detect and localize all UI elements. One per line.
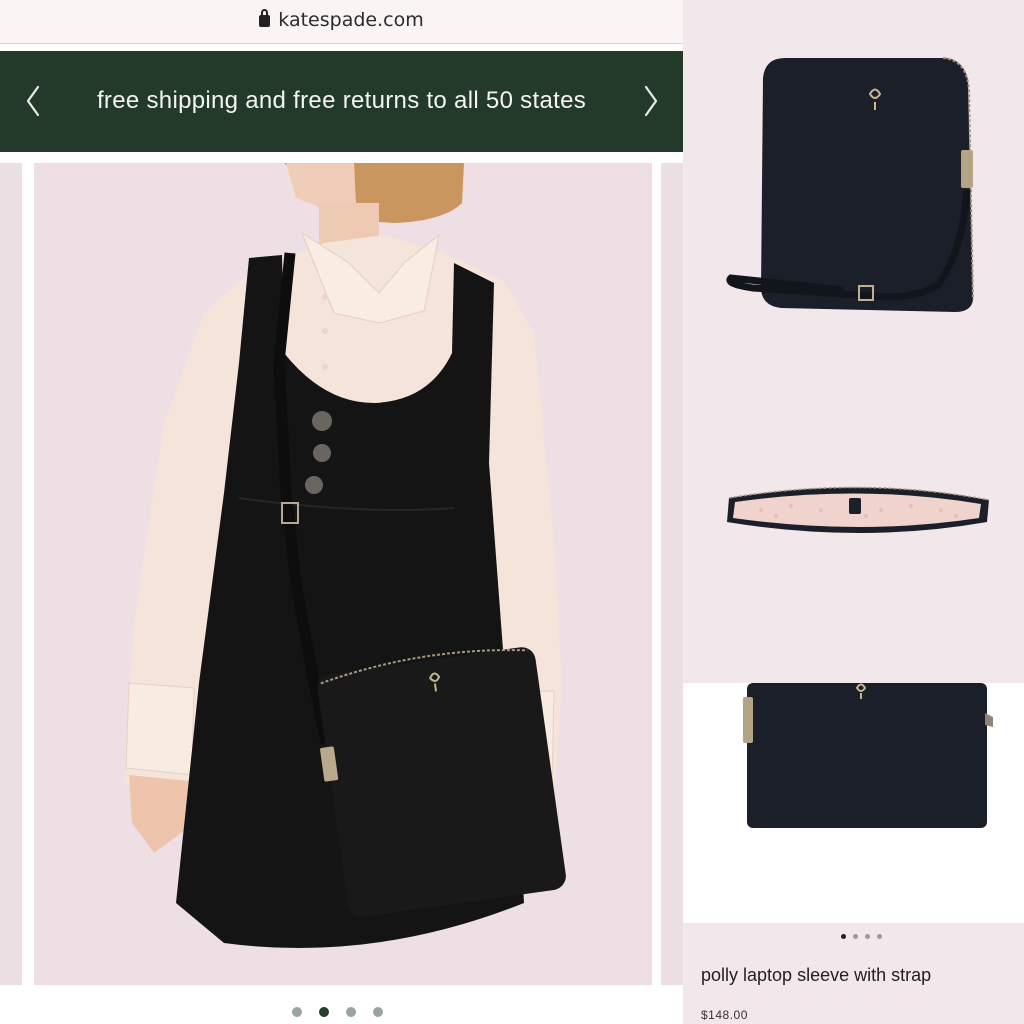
product-panel: polly laptop sleeve with strap $148.00	[683, 0, 1024, 1024]
carousel-dot-active[interactable]	[319, 1007, 329, 1017]
product-image-angled[interactable]	[723, 50, 983, 320]
product-title: polly laptop sleeve with strap	[701, 965, 932, 985]
model-with-bag-illustration	[124, 163, 566, 948]
product-image-dots	[841, 934, 882, 939]
url-text: katespade.com	[278, 9, 424, 31]
lock-icon	[259, 9, 271, 27]
image-dot[interactable]	[865, 934, 870, 939]
next-slide-peek[interactable]	[661, 163, 683, 985]
image-dot[interactable]	[877, 934, 882, 939]
hero-carousel-dots	[292, 1007, 383, 1019]
product-image-front[interactable]	[723, 683, 1003, 843]
product-image-front-frame	[683, 683, 1024, 923]
image-dot-active[interactable]	[841, 934, 846, 939]
carousel-dot[interactable]	[292, 1007, 302, 1017]
promo-text: free shipping and free returns to all 50…	[96, 87, 587, 114]
carousel-dot[interactable]	[373, 1007, 383, 1017]
screenshot-collage: katespade.com free shipping and free ret…	[0, 0, 1024, 1024]
carousel-dot[interactable]	[346, 1007, 356, 1017]
product-price: $148.00	[701, 1008, 748, 1022]
promo-banner: free shipping and free returns to all 50…	[0, 51, 683, 152]
previous-slide-peek[interactable]	[0, 163, 22, 985]
url-display[interactable]: katespade.com	[0, 9, 683, 31]
address-bar[interactable]: katespade.com	[0, 0, 683, 44]
chevron-right-icon[interactable]	[640, 83, 662, 119]
product-image-open-interior[interactable]	[721, 470, 996, 560]
mobile-browser-screen: katespade.com free shipping and free ret…	[0, 0, 683, 1024]
hero-product-image[interactable]	[34, 163, 652, 985]
image-dot[interactable]	[853, 934, 858, 939]
chevron-left-icon[interactable]	[22, 83, 44, 119]
